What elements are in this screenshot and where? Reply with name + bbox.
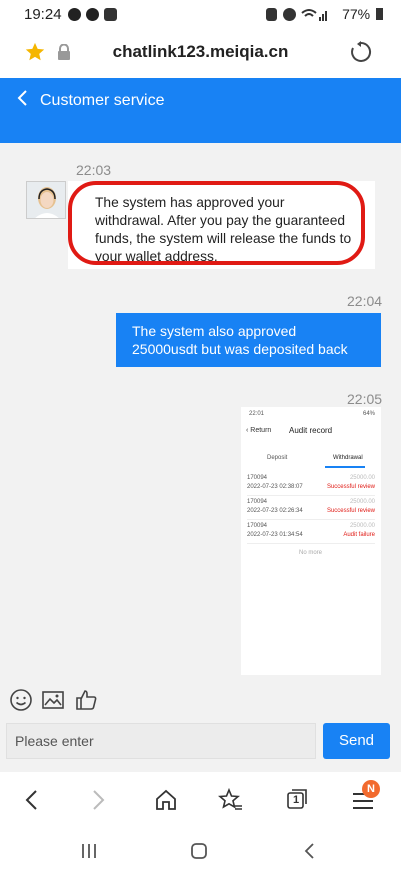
gallery-icon [104,8,117,21]
home-button-icon[interactable] [190,842,208,860]
shot-record-id: 170094 [247,475,268,481]
shot-tab-withdrawal: Withdrawal [333,455,363,461]
shot-record-datetime: 2022-07-23 01:34:54 [247,532,303,538]
shot-record-datetime: 2022-07-23 02:26:34 [247,508,303,514]
home-icon[interactable] [154,788,178,812]
recent-apps-icon[interactable] [80,842,98,860]
system-navigation-bar [0,832,401,888]
sent-screenshot-image[interactable]: 22:01 64% ‹ Return Audit record Deposit … [241,407,381,675]
highlight-circle [68,181,365,265]
message-input[interactable]: Please enter [6,723,316,759]
image-icon[interactable] [41,688,65,712]
bookmarks-icon[interactable] [218,787,244,813]
lock-icon [266,8,277,21]
reload-icon[interactable] [349,40,373,64]
shot-tab-underline [325,466,365,468]
tabs-count: 1 [293,794,300,806]
shot-record-amount: 25000.00 [349,523,375,529]
message-time: 22:03 [76,162,112,178]
thumbs-up-icon[interactable] [74,688,98,712]
send-button[interactable]: Send [323,723,390,759]
message-time: 22:05 [347,391,383,407]
shot-record-id: 170094 [247,499,268,505]
back-chevron-icon[interactable] [15,88,29,114]
shot-status-time: 22:01 [249,411,265,417]
outgoing-message-bubble: The system also approved 25000usdt but w… [116,313,381,367]
battery-text: 77% [342,6,371,22]
status-time: 19:24 [24,6,62,23]
shot-battery: 64% [362,411,375,417]
shot-record: 170094 2022-07-23 01:34:54 25000.00 Audi… [247,523,375,544]
shot-back-label: Return [250,427,272,434]
shot-back: ‹ Return [246,427,272,434]
wifi-signal-icon [301,9,327,21]
composer-row: Please enter Send [0,718,401,768]
shot-tab-deposit: Deposit [267,455,288,461]
outgoing-message-text: The system also approved 25000usdt but w… [132,323,348,357]
chat-header: Customer service [0,78,401,143]
notification-badge: N [362,780,380,798]
browser-toolbar: 1 N [0,772,401,832]
status-bar: 19:24 77% [0,0,401,30]
shot-record-amount: 25000.00 [349,499,375,505]
back-icon[interactable] [22,788,42,812]
shot-footer: No more [299,550,323,556]
shot-record-id: 170094 [247,523,268,529]
composer-toolbar [0,678,401,718]
whatsapp-icon [86,8,99,21]
browser-address-bar: chatlink123.meiqia.cn [0,30,401,78]
shot-record-datetime: 2022-07-23 02:38:07 [247,484,303,490]
shot-record-amount: 25000.00 [349,475,375,481]
emoji-icon[interactable] [9,688,33,712]
system-back-icon[interactable] [302,842,316,860]
forward-icon[interactable] [88,788,108,812]
battery-icon [376,8,383,20]
shot-record-status: Successful review [326,484,375,490]
url-text[interactable]: chatlink123.meiqia.cn [0,42,401,62]
message-time: 22:04 [347,293,383,309]
shot-record: 170094 2022-07-23 02:26:34 25000.00 Succ… [247,499,375,520]
shot-title: Audit record [289,426,333,435]
phone-app-icon [68,8,81,21]
shot-record-status: Audit failure [343,532,375,538]
alarm-icon [283,8,296,21]
shot-record: 170094 2022-07-23 02:38:07 25000.00 Succ… [247,475,375,496]
battery-level: 77% [342,6,383,22]
tabs-icon[interactable]: 1 [286,788,308,810]
avatar [26,181,66,219]
shot-record-status: Successful review [326,508,375,514]
header-title: Customer service [40,92,165,109]
